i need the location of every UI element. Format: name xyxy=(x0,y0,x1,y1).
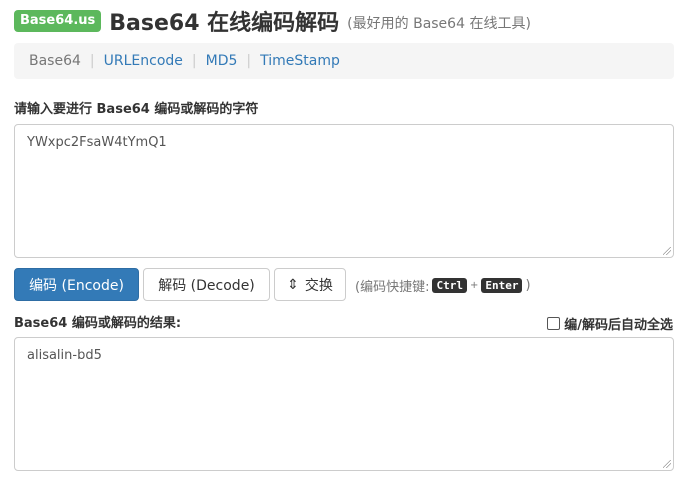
tool-nav: Base64 | URLEncode | MD5 | TimeStamp xyxy=(14,43,674,79)
input-text-value: YWxpc2FsaW4tYmQ1 xyxy=(27,135,167,150)
shortcut-suffix: ) xyxy=(525,278,531,293)
swap-button-label: 交换 xyxy=(304,277,333,294)
nav-item-urlencode[interactable]: URLEncode xyxy=(104,53,183,69)
decode-button[interactable]: 解码 (Decode) xyxy=(143,268,270,301)
nav-item-md5[interactable]: MD5 xyxy=(206,53,238,69)
auto-select-toggle[interactable]: 编/解码后自动全选 xyxy=(547,314,673,333)
nav-separator: | xyxy=(89,53,95,69)
page-subtitle: (最好用的 Base64 在线工具) xyxy=(347,16,531,32)
resize-handle-icon[interactable] xyxy=(663,460,671,468)
site-logo-badge[interactable]: Base64.us xyxy=(14,10,102,32)
encode-button[interactable]: 编码 (Encode) xyxy=(14,268,139,301)
result-text-value: alisalin-bd5 xyxy=(27,348,102,363)
enter-key: Enter xyxy=(481,278,523,293)
ctrl-key: Ctrl xyxy=(432,278,467,293)
nav-item-base64[interactable]: Base64 xyxy=(29,53,81,69)
page-header: Base64.us Base64 在线编码解码 (最好用的 Base64 在线工… xyxy=(14,5,531,37)
nav-separator: | xyxy=(246,53,252,69)
input-label: 请输入要进行 Base64 编码或解码的字符 xyxy=(14,102,259,117)
shortcut-hint: (编码快捷键: Ctrl + Enter ) xyxy=(355,276,531,295)
input-textarea[interactable]: YWxpc2FsaW4tYmQ1 xyxy=(14,124,674,258)
result-label: Base64 编码或解码的结果: xyxy=(14,316,182,331)
shortcut-plus: + xyxy=(469,280,479,291)
auto-select-checkbox[interactable] xyxy=(547,317,561,330)
shortcut-prefix: (编码快捷键: xyxy=(355,280,430,295)
swap-arrows-icon: ⇕ xyxy=(287,276,299,293)
page-title: Base64 在线编码解码 xyxy=(109,11,340,36)
result-textarea[interactable]: alisalin-bd5 xyxy=(14,337,674,471)
swap-button[interactable]: ⇕ 交换 xyxy=(274,268,346,301)
auto-select-label: 编/解码后自动全选 xyxy=(564,318,673,333)
nav-separator: | xyxy=(191,53,197,69)
resize-handle-icon[interactable] xyxy=(663,247,671,255)
nav-item-timestamp[interactable]: TimeStamp xyxy=(260,53,340,69)
